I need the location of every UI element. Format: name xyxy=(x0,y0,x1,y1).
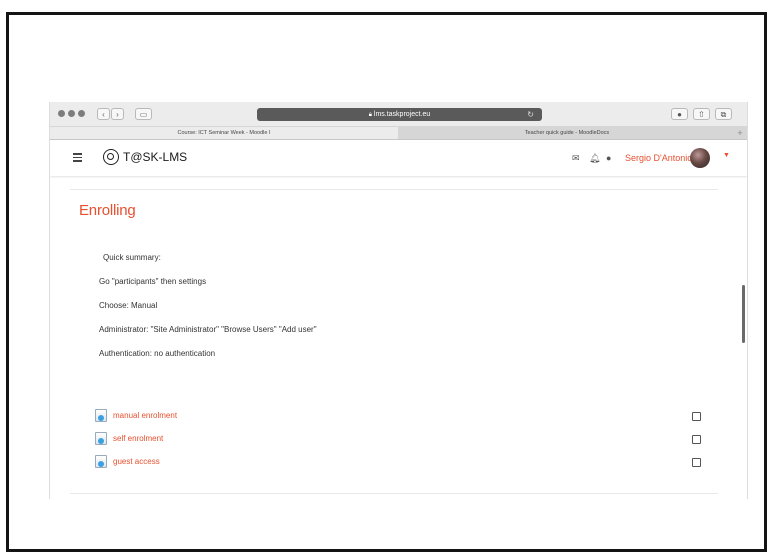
completion-checkbox[interactable] xyxy=(692,435,701,444)
user-name[interactable]: Sergio D'Antonio xyxy=(625,153,692,163)
url-resource-icon xyxy=(95,409,107,422)
summary-line: Choose: Manual xyxy=(99,301,158,310)
activity-link[interactable]: manual enrolment xyxy=(113,411,177,420)
new-tab-icon[interactable]: + xyxy=(735,127,745,139)
activity-link[interactable]: guest access xyxy=(113,457,160,466)
back-icon[interactable]: ‹ xyxy=(97,108,110,120)
logo-icon xyxy=(103,149,119,165)
completion-checkbox[interactable] xyxy=(692,458,701,467)
tab-course[interactable]: Course: ICT Seminar Week - Moodle I xyxy=(50,127,398,139)
moodle-navbar: T@SK-LMS ✉ 🔔︎ ● Sergio D'Antonio ▼ xyxy=(50,140,747,176)
caret-icon[interactable]: ▼ xyxy=(723,152,730,159)
completion-checkbox[interactable] xyxy=(692,412,701,421)
reload-icon[interactable]: ↻ xyxy=(527,108,534,121)
activity-link[interactable]: self enrolment xyxy=(113,434,163,443)
activity-manual-enrolment[interactable]: manual enrolment xyxy=(95,409,295,423)
site-name[interactable]: T@SK-LMS xyxy=(123,150,187,164)
tab-moodledocs[interactable]: Teacher quick guide - MoodleDocs xyxy=(398,127,736,139)
browser-tab-strip: Course: ICT Seminar Week - Moodle I Teac… xyxy=(50,127,747,140)
browser-titlebar: ‹ › ▭ 🔒︎ lms.taskproject.eu ↻ ● ⇧ ⧉ xyxy=(50,102,747,127)
share-icon[interactable]: ⇧ xyxy=(693,108,710,120)
download-icon[interactable]: ● xyxy=(671,108,688,120)
close-window-icon[interactable] xyxy=(58,110,65,117)
summary-line: Go "participants" then settings xyxy=(99,277,207,286)
scrollbar[interactable] xyxy=(742,285,745,343)
forward-icon[interactable]: › xyxy=(111,108,124,120)
summary-line: Authentication: no authentication xyxy=(99,349,216,358)
section-divider xyxy=(70,189,718,190)
course-section: Enrolling Quick summary: Go "participant… xyxy=(50,177,747,499)
minimize-window-icon[interactable] xyxy=(68,110,75,117)
lock-icon: 🔒︎ xyxy=(368,112,372,118)
browser-window: ‹ › ▭ 🔒︎ lms.taskproject.eu ↻ ● ⇧ ⧉ Cours… xyxy=(49,102,748,499)
screenshot-frame: ‹ › ▭ 🔒︎ lms.taskproject.eu ↻ ● ⇧ ⧉ Cours… xyxy=(6,12,767,552)
tabs-icon[interactable]: ⧉ xyxy=(715,108,732,120)
sidebar-icon[interactable]: ▭ xyxy=(135,108,152,120)
url-text: lms.taskproject.eu xyxy=(373,111,431,118)
mail-icon[interactable]: ✉ xyxy=(572,153,580,164)
menu-icon[interactable] xyxy=(73,153,82,164)
maximize-window-icon[interactable] xyxy=(78,110,85,117)
summary-line: Administrator: "Site Administrator" "Bro… xyxy=(99,325,317,334)
url-resource-icon xyxy=(95,455,107,468)
activity-self-enrolment[interactable]: self enrolment xyxy=(95,432,295,446)
section-heading: Enrolling xyxy=(79,202,136,219)
chat-icon[interactable]: ● xyxy=(606,153,611,163)
bell-icon[interactable]: 🔔︎ xyxy=(589,153,600,164)
url-bar[interactable]: 🔒︎ lms.taskproject.eu ↻ xyxy=(257,108,542,121)
url-resource-icon xyxy=(95,432,107,445)
section-divider xyxy=(70,493,718,494)
avatar[interactable] xyxy=(690,148,710,168)
summary-line: Quick summary: xyxy=(103,253,161,262)
activity-guest-access[interactable]: guest access xyxy=(95,455,295,469)
